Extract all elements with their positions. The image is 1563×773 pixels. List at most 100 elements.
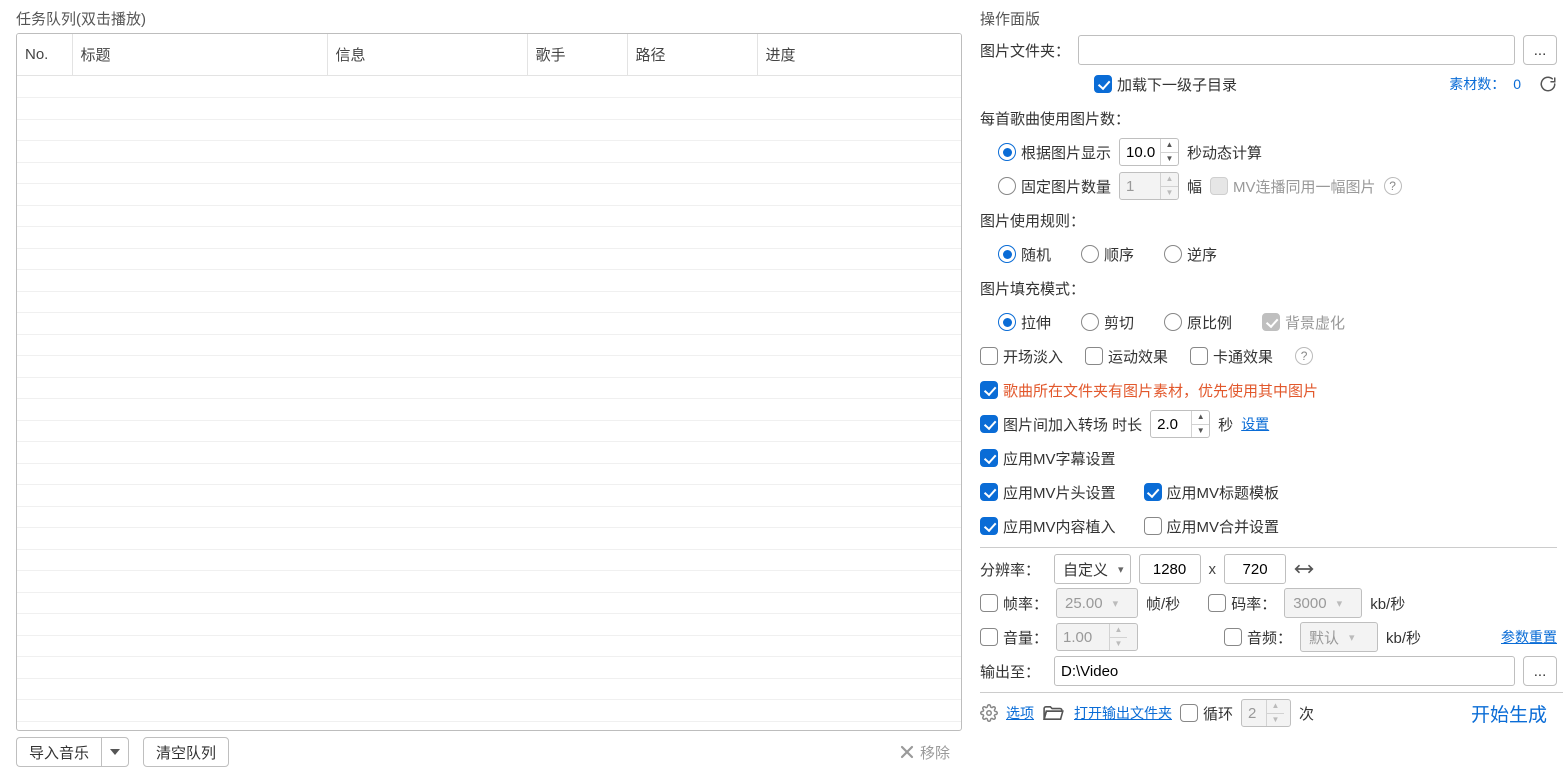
start-generate-button[interactable]: 开始生成	[1461, 700, 1557, 727]
fill-crop-radio[interactable]: 剪切	[1081, 312, 1134, 333]
table-row[interactable]	[17, 506, 961, 528]
fixed-count-spinner: ▲▼	[1119, 172, 1179, 200]
mv-title-template-checkbox[interactable]: 应用MV标题模板	[1144, 482, 1280, 503]
table-row[interactable]	[17, 571, 961, 593]
transition-checkbox[interactable]: 图片间加入转场 时长	[980, 414, 1142, 435]
mv-content-checkbox[interactable]: 应用MV内容植入	[980, 516, 1116, 537]
rule-random-radio[interactable]: 随机	[998, 244, 1051, 265]
clear-queue-button[interactable]: 清空队列	[143, 737, 229, 767]
transition-duration-input[interactable]	[1151, 416, 1191, 433]
table-row[interactable]	[17, 76, 961, 98]
table-row[interactable]	[17, 98, 961, 120]
browse-output-button[interactable]: ...	[1523, 656, 1557, 686]
share-one-image-checkbox: MV连播同用一幅图片	[1210, 176, 1376, 197]
transition-settings-link[interactable]: 设置	[1241, 414, 1269, 434]
volume-checkbox[interactable]: 音量：	[980, 627, 1048, 648]
load-subdir-checkbox[interactable]: 加载下一级子目录	[1094, 74, 1237, 95]
table-row[interactable]	[17, 614, 961, 636]
col-path[interactable]: 路径	[627, 34, 757, 76]
resolution-preset-select[interactable]: 自定义 ▾	[1054, 554, 1131, 584]
help-icon[interactable]: ?	[1295, 347, 1313, 365]
bitrate-checkbox[interactable]: 码率：	[1208, 593, 1276, 614]
display-seconds-spinner[interactable]: ▲▼	[1119, 138, 1179, 166]
options-link[interactable]: 选项	[1006, 703, 1034, 723]
table-row[interactable]	[17, 184, 961, 206]
table-row[interactable]	[17, 291, 961, 313]
volume-input	[1057, 629, 1109, 646]
open-folder-icon[interactable]	[1042, 705, 1066, 721]
fade-in-checkbox[interactable]: 开场淡入	[980, 346, 1063, 367]
table-row[interactable]	[17, 442, 961, 464]
table-row[interactable]	[17, 700, 961, 722]
mv-intro-checkbox[interactable]: 应用MV片头设置	[980, 482, 1116, 503]
rule-reverse-radio[interactable]: 逆序	[1164, 244, 1217, 265]
table-row[interactable]	[17, 528, 961, 550]
table-row[interactable]	[17, 205, 961, 227]
open-output-folder-link[interactable]: 打开输出文件夹	[1074, 703, 1172, 723]
audio-checkbox[interactable]: 音频：	[1224, 627, 1292, 648]
task-queue-panel: 任务队列(双击播放) No. 标题 信息 歌手 路径 进度 导入音乐	[0, 0, 970, 773]
table-row[interactable]	[17, 248, 961, 270]
transition-label: 图片间加入转场 时长	[1003, 414, 1142, 435]
table-row[interactable]	[17, 334, 961, 356]
import-music-button[interactable]: 导入音乐	[16, 737, 101, 767]
remove-button[interactable]: 移除	[888, 737, 962, 767]
spin-down-icon[interactable]: ▼	[1192, 425, 1209, 438]
help-icon[interactable]: ?	[1384, 177, 1402, 195]
spin-up-icon[interactable]: ▲	[1161, 139, 1178, 153]
table-row[interactable]	[17, 420, 961, 442]
fps-checkbox[interactable]: 帧率：	[980, 593, 1048, 614]
col-info[interactable]: 信息	[327, 34, 527, 76]
motion-fx-checkbox[interactable]: 运动效果	[1085, 346, 1168, 367]
table-row[interactable]	[17, 227, 961, 249]
table-row[interactable]	[17, 162, 961, 184]
cartoon-fx-checkbox[interactable]: 卡通效果	[1190, 346, 1273, 367]
spin-up-icon[interactable]: ▲	[1192, 411, 1209, 425]
image-folder-input[interactable]	[1078, 35, 1515, 65]
table-row[interactable]	[17, 270, 961, 292]
mv-merge-checkbox[interactable]: 应用MV合并设置	[1144, 516, 1280, 537]
resolution-width-input[interactable]	[1139, 554, 1201, 584]
rule-sequential-radio[interactable]: 顺序	[1081, 244, 1134, 265]
by-display-radio[interactable]: 根据图片显示	[998, 142, 1111, 163]
table-row[interactable]	[17, 119, 961, 141]
loop-count-input	[1242, 705, 1266, 722]
fill-stretch-radio[interactable]: 拉伸	[998, 312, 1051, 333]
output-path-input[interactable]	[1054, 656, 1515, 686]
browse-image-folder-button[interactable]: ...	[1523, 35, 1557, 65]
table-row[interactable]	[17, 399, 961, 421]
table-row[interactable]	[17, 356, 961, 378]
table-row[interactable]	[17, 549, 961, 571]
gear-icon[interactable]	[980, 704, 998, 722]
resolution-height-input[interactable]	[1224, 554, 1286, 584]
fill-mode-label: 图片填充模式：	[980, 278, 1085, 299]
song-folder-images-checkbox[interactable]: 歌曲所在文件夹有图片素材，优先使用其中图片	[980, 380, 1318, 401]
mv-subtitle-checkbox[interactable]: 应用MV字幕设置	[980, 448, 1116, 469]
table-row[interactable]	[17, 592, 961, 614]
table-row[interactable]	[17, 678, 961, 700]
fixed-count-radio[interactable]: 固定图片数量	[998, 176, 1111, 197]
col-no[interactable]: No.	[17, 34, 72, 76]
table-row[interactable]	[17, 141, 961, 163]
col-artist[interactable]: 歌手	[527, 34, 627, 76]
col-title[interactable]: 标题	[72, 34, 327, 76]
fill-ratio-radio[interactable]: 原比例	[1164, 312, 1232, 333]
table-row[interactable]	[17, 485, 961, 507]
import-music-dropdown[interactable]	[101, 737, 129, 767]
display-seconds-input[interactable]	[1120, 144, 1160, 161]
table-row[interactable]	[17, 313, 961, 335]
refresh-icon[interactable]	[1539, 75, 1557, 93]
col-progress[interactable]: 进度	[757, 34, 961, 76]
transition-duration-spinner[interactable]: ▲▼	[1150, 410, 1210, 438]
table-row[interactable]	[17, 377, 961, 399]
table-row[interactable]	[17, 463, 961, 485]
table-row[interactable]	[17, 635, 961, 657]
reset-params-link[interactable]: 参数重置	[1501, 627, 1557, 647]
spin-down-icon[interactable]: ▼	[1161, 153, 1178, 166]
task-table-body[interactable]	[17, 76, 961, 730]
fps-label: 帧率：	[1003, 593, 1048, 614]
fill-stretch-label: 拉伸	[1021, 312, 1051, 333]
swap-icon[interactable]	[1294, 561, 1314, 577]
table-row[interactable]	[17, 657, 961, 679]
loop-checkbox[interactable]: 循环	[1180, 703, 1233, 724]
